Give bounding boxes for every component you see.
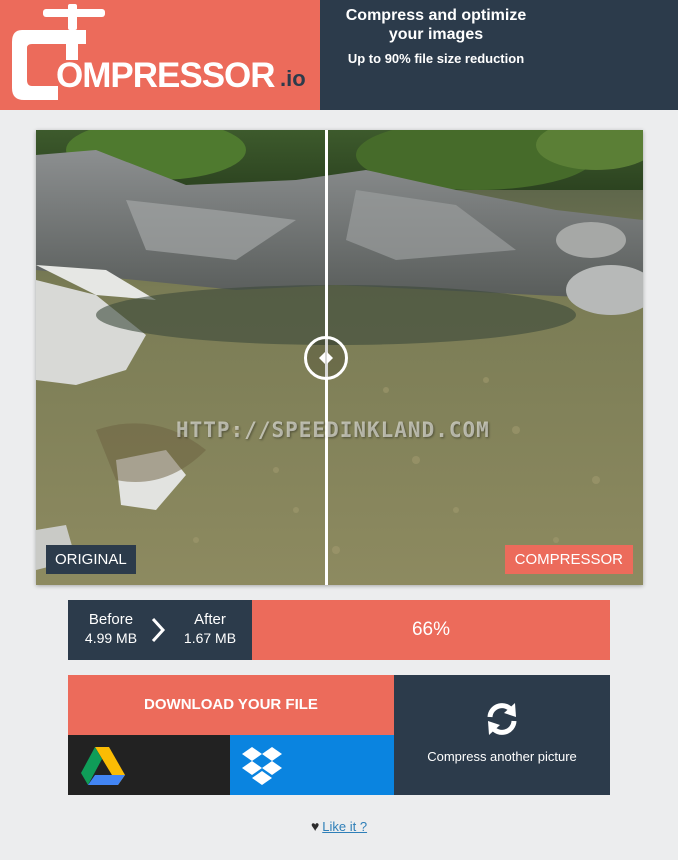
compressed-label: COMPRESSOR [504, 545, 633, 574]
action-panel: DOWNLOAD YOUR FILE Compress another pict… [68, 675, 610, 795]
reduction-percent: 66% [252, 600, 610, 660]
after-block: After 1.67 MB [174, 610, 246, 648]
save-to-dropbox-button[interactable] [230, 735, 394, 795]
left-right-arrows-icon [319, 352, 333, 364]
header-info: Compress and optimize your images Up to … [320, 0, 678, 110]
subline: Up to 90% file size reduction [336, 51, 536, 66]
like-link[interactable]: Like it ? [322, 819, 367, 834]
save-to-google-drive-button[interactable] [68, 735, 230, 795]
image-compare[interactable]: HTTP://SPEEDINKLAND.COM ORIGINAL COMPRES… [36, 130, 643, 585]
google-drive-icon [81, 747, 125, 785]
logo[interactable]: OMPRESSOR .io [0, 0, 320, 110]
chevron-right-icon [151, 617, 166, 643]
before-value: 4.99 MB [84, 630, 138, 646]
compress-another-button[interactable]: Compress another picture [394, 675, 610, 795]
after-value: 1.67 MB [183, 630, 237, 646]
subline-prefix: Up to [347, 51, 385, 66]
original-label: ORIGINAL [46, 545, 136, 574]
refresh-icon [487, 703, 517, 735]
tagline: Compress and optimize your images [345, 7, 527, 43]
dropbox-icon [242, 747, 282, 785]
heart-icon: ♥ [310, 818, 320, 834]
watermark: HTTP://SPEEDINKLAND.COM [176, 418, 490, 442]
size-summary: Before 4.99 MB After 1.67 MB [68, 600, 252, 660]
logo-tld: .io [280, 66, 306, 91]
header: OMPRESSOR .io Compress and optimize your… [0, 0, 678, 110]
stats-bar: Before 4.99 MB After 1.67 MB 66% [68, 600, 610, 660]
compress-another-label: Compress another picture [427, 749, 577, 764]
logo-wordmark: OMPRESSOR [56, 56, 276, 95]
subline-strong: 90% [384, 51, 411, 66]
download-button[interactable]: DOWNLOAD YOUR FILE [68, 675, 394, 735]
like-row: ♥ Like it ? [0, 818, 678, 834]
subline-suffix: file size reduction [410, 51, 525, 66]
compare-handle[interactable] [304, 336, 348, 380]
before-label: Before [88, 611, 134, 628]
after-label: After [194, 611, 226, 628]
before-block: Before 4.99 MB [78, 610, 144, 648]
